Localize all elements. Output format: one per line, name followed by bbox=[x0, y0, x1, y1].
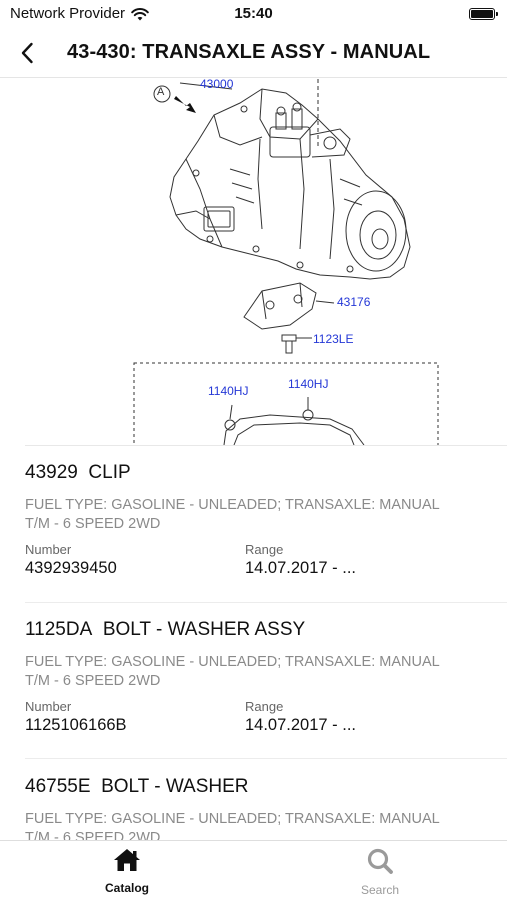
part-number-value: 1125106166B bbox=[25, 716, 127, 734]
part-description: FUEL TYPE: GASOLINE - UNLEADED; TRANSAXL… bbox=[25, 497, 440, 532]
part-meta: Number 4392939450 Range 14.07.2017 - ... bbox=[25, 542, 507, 582]
part-divider bbox=[25, 602, 507, 603]
part-divider bbox=[25, 758, 507, 759]
diagram-divider bbox=[25, 445, 507, 446]
part-number-label: Number bbox=[25, 542, 72, 557]
part-title: 1125DA BOLT - WASHER ASSY bbox=[25, 619, 507, 641]
part-name: BOLT - WASHER bbox=[101, 776, 249, 797]
part-description: FUEL TYPE: GASOLINE - UNLEADED; TRANSAXL… bbox=[25, 654, 440, 689]
part-list-item[interactable]: 46755E BOLT - WASHER FUEL TYPE: GASOLINE… bbox=[25, 776, 507, 848]
page-title: 43-430: TRANSAXLE ASSY - MANUAL bbox=[67, 41, 431, 63]
parts-diagram[interactable]: A 43000 43176 1123LE 1140HJ 1140HJ bbox=[0, 79, 507, 445]
tab-search[interactable]: Search bbox=[320, 847, 440, 897]
part-range-col: Range 14.07.2017 - ... bbox=[245, 542, 356, 578]
part-name: BOLT - WASHER ASSY bbox=[102, 619, 306, 640]
part-number-value: 4392939450 bbox=[25, 559, 117, 577]
status-time: 15:40 bbox=[234, 5, 273, 22]
nav-bar: 43-430: TRANSAXLE ASSY - MANUAL bbox=[0, 28, 507, 78]
diagram-callout-1123le[interactable]: 1123LE bbox=[313, 332, 353, 346]
part-number-col: Number 4392939450 bbox=[25, 542, 117, 578]
diagram-callout-1140hj-right[interactable]: 1140HJ bbox=[288, 377, 328, 391]
part-title: 46755E BOLT - WASHER bbox=[25, 776, 507, 798]
part-list-item[interactable]: 1125DA BOLT - WASHER ASSY FUEL TYPE: GAS… bbox=[25, 619, 507, 739]
diagram-callout-43176[interactable]: 43176 bbox=[337, 295, 370, 309]
part-range-value: 14.07.2017 - ... bbox=[245, 559, 356, 577]
part-range-label: Range bbox=[245, 542, 284, 557]
part-code: 43929 bbox=[25, 462, 78, 483]
back-button[interactable] bbox=[10, 36, 44, 70]
part-range-label: Range bbox=[245, 699, 284, 714]
tab-catalog[interactable]: Catalog bbox=[67, 847, 187, 895]
part-meta: Number 1125106166B Range 14.07.2017 - ..… bbox=[25, 699, 507, 739]
part-list-item[interactable]: 43929 CLIP FUEL TYPE: GASOLINE - UNLEADE… bbox=[25, 462, 507, 582]
tab-catalog-label: Catalog bbox=[104, 881, 149, 895]
diagram-ref-a: A bbox=[157, 86, 165, 98]
transaxle-diagram-drawing bbox=[133, 79, 439, 445]
home-icon bbox=[114, 849, 140, 871]
part-title: 43929 CLIP bbox=[25, 462, 507, 484]
tab-search-label: Search bbox=[360, 883, 400, 897]
diagram-callout-43000[interactable]: 43000 bbox=[200, 79, 233, 91]
search-icon bbox=[367, 848, 393, 874]
part-number-col: Number 1125106166B bbox=[25, 699, 127, 735]
part-range-col: Range 14.07.2017 - ... bbox=[245, 699, 356, 735]
part-code: 1125DA bbox=[25, 619, 93, 640]
tab-bar: Catalog Search bbox=[0, 840, 507, 900]
part-number-label: Number bbox=[25, 699, 72, 714]
status-bar: Network Provider 15:40 bbox=[0, 0, 507, 28]
part-name: CLIP bbox=[88, 462, 131, 483]
chevron-left-icon bbox=[21, 42, 33, 64]
diagram-callout-1140hj-left[interactable]: 1140HJ bbox=[208, 384, 248, 398]
part-code: 46755E bbox=[25, 776, 91, 797]
part-range-value: 14.07.2017 - ... bbox=[245, 716, 356, 734]
battery-icon bbox=[469, 8, 498, 20]
